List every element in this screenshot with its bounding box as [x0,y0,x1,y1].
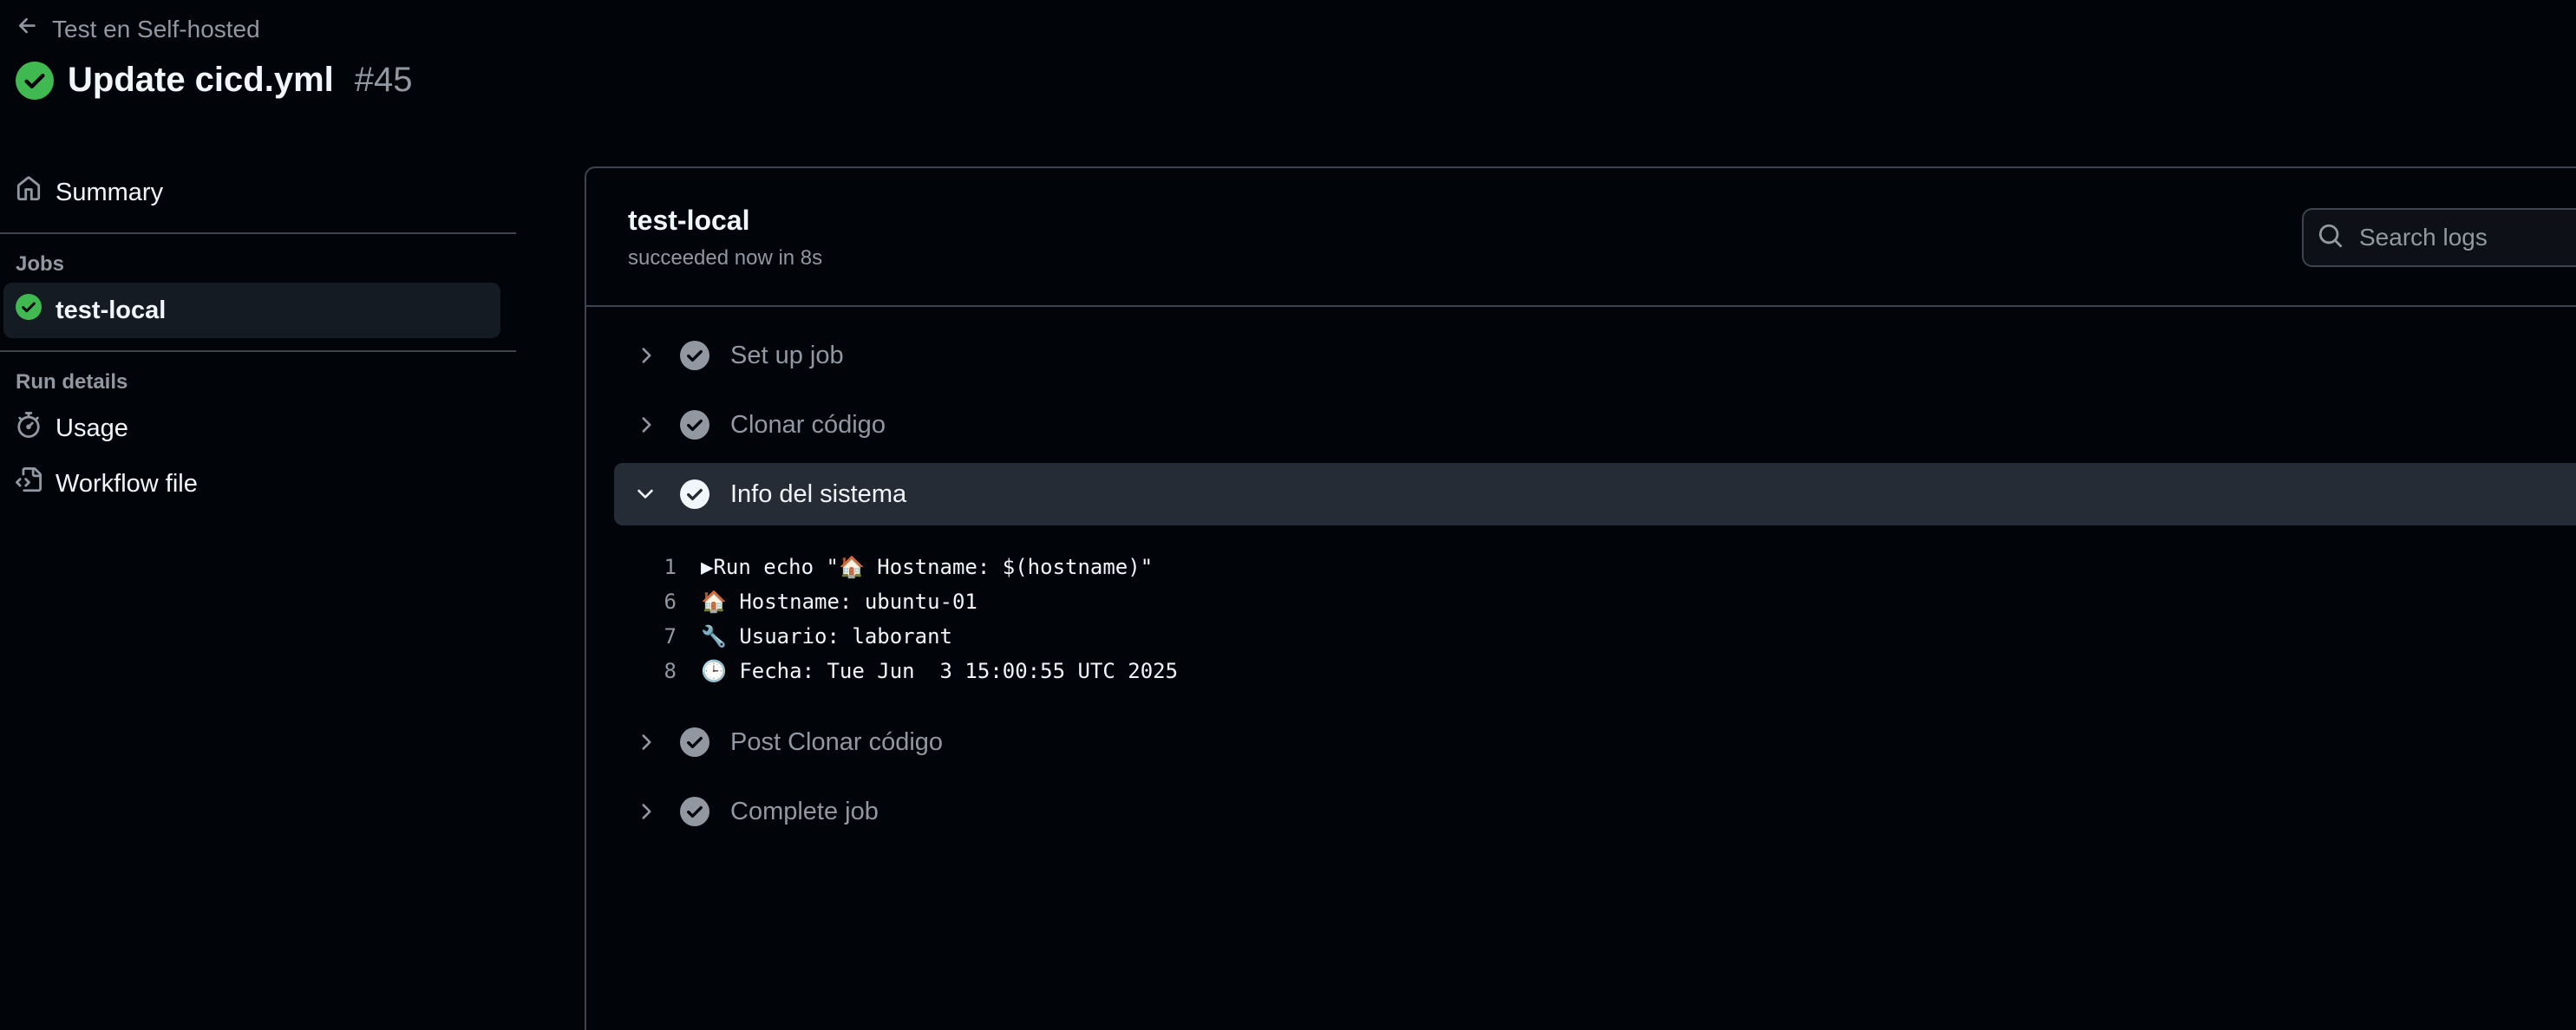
line-number[interactable]: 6 [614,590,701,614]
step-info-del-sistema[interactable]: Info del sistema [614,463,2576,525]
chevron-right-icon [633,799,657,824]
job-title: test-local [628,205,750,236]
job-status-text: succeeded now in 8s [628,246,823,270]
chevron-right-icon [633,343,657,368]
check-circle-fill-icon [680,410,709,440]
sidebar-item-label: Workflow file [56,469,198,498]
stopwatch-icon [16,412,42,445]
log-text: ▶Run echo "🏠 Hostname: $(hostname)" [701,555,1154,579]
sidebar-item-summary[interactable]: Summary [0,165,516,220]
check-circle-fill-icon [16,294,42,327]
sidebar-item-workflow-file[interactable]: Workflow file [0,456,516,512]
jobs-heading: Jobs [16,252,65,276]
log-line[interactable]: 6 🏠 Hostname: ubuntu-01 [614,584,2576,619]
step-post-clonar-codigo[interactable]: Post Clonar código [614,711,2576,773]
check-circle-fill-icon [680,797,709,826]
arrow-left-icon [16,14,40,44]
check-circle-fill-icon [680,479,709,509]
chevron-down-icon [633,482,657,506]
check-circle-fill-icon [680,727,709,757]
sidebar-item-label: Summary [56,178,164,206]
run-title: Update cicd.yml #45 [16,61,413,100]
file-code-icon [16,467,42,500]
step-label: Clonar código [730,410,886,439]
divider [0,350,516,352]
line-number[interactable]: 8 [614,659,701,683]
search-logs[interactable] [2302,208,2576,267]
step-log: 1 ▶Run echo "🏠 Hostname: $(hostname)" 6 … [614,532,2576,711]
back-link[interactable]: Test en Self-hosted [16,14,260,44]
search-icon [2318,223,2344,253]
log-line[interactable]: 1 ▶Run echo "🏠 Hostname: $(hostname)" [614,550,2576,584]
workflow-run-page: Test en Self-hosted Update cicd.yml #45 … [0,0,2576,1030]
step-label: Complete job [730,797,879,825]
sidebar-item-label: Usage [56,414,128,442]
page-title: Update cicd.yml [68,61,334,99]
step-set-up-job[interactable]: Set up job [614,324,2576,387]
log-line[interactable]: 7 🔧 Usuario: laborant [614,619,2576,654]
sidebar-item-label: test-local [56,296,167,324]
search-input[interactable] [2357,223,2576,252]
back-link-label[interactable]: Test en Self-hosted [52,16,260,43]
check-circle-fill-icon [16,61,54,100]
line-number[interactable]: 1 [614,555,701,579]
run-number: #45 [354,61,413,99]
step-label: Post Clonar código [730,727,944,756]
chevron-right-icon [633,730,657,754]
log-text: 🏠 Hostname: ubuntu-01 [701,590,977,614]
chevron-right-icon [633,413,657,437]
job-panel: test-local succeeded now in 8s Set up jo… [585,166,2576,1030]
divider [0,232,516,234]
step-label: Info del sistema [730,479,907,508]
sidebar: Summary Jobs test-local Run details Usag… [0,165,516,512]
check-circle-fill-icon [680,341,709,370]
job-header: test-local succeeded now in 8s [586,168,2576,307]
step-complete-job[interactable]: Complete job [614,780,2576,843]
log-text: 🕒 Fecha: Tue Jun 3 15:00:55 UTC 2025 [701,659,1179,683]
steps-list: Set up job Clonar código Info del sistem… [614,324,2576,850]
log-text: 🔧 Usuario: laborant [701,624,952,649]
log-line[interactable]: 8 🕒 Fecha: Tue Jun 3 15:00:55 UTC 2025 [614,654,2576,688]
step-clonar-codigo[interactable]: Clonar código [614,394,2576,456]
sidebar-item-test-local[interactable]: test-local [3,283,500,338]
sidebar-item-usage[interactable]: Usage [0,401,516,456]
line-number[interactable]: 7 [614,624,701,649]
step-label: Set up job [730,341,844,369]
home-icon [16,176,42,209]
run-details-heading: Run details [16,370,128,394]
